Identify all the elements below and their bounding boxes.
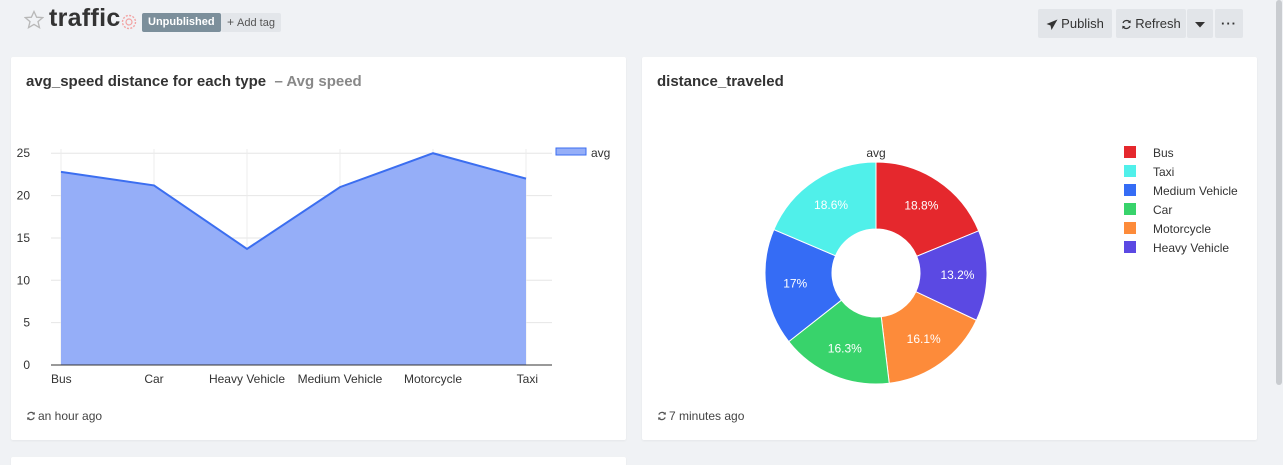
area-fill [61,153,526,365]
page-scrollbar[interactable] [1275,0,1283,465]
y-tick-label: 15 [17,231,31,245]
refresh-icon [658,411,666,421]
widget-refresh-info[interactable]: 7 minutes ago [657,409,744,423]
y-tick-label: 5 [23,316,30,330]
x-tick-label: Bus [51,372,72,386]
updated-time: an hour ago [38,409,103,423]
x-tick-label: Heavy Vehicle [209,372,285,386]
favorite-star-icon[interactable] [24,10,44,30]
legend-swatch [1124,165,1136,177]
legend-swatch [555,147,587,156]
slice-label: 16.1% [907,332,941,346]
slice-label: 13.2% [940,268,974,282]
legend-label: Taxi [1153,165,1174,179]
legend-label: avg [591,146,610,160]
x-tick-label: Taxi [517,372,538,386]
y-tick-label: 25 [17,146,31,160]
y-tick-label: 10 [17,273,31,287]
area-chart[interactable]: 0 5 10 15 20 25 Bus Car Heavy Vehicle Medium Vehi… [11,57,626,397]
slice-label: 18.6% [814,198,848,212]
add-tag-button[interactable]: + Add tag [221,13,281,32]
widget-distance-traveled: distance_traveled avg 18.8% 13.2% 16.1% 16.3… [642,57,1257,440]
legend-swatch [1124,203,1136,215]
status-badge: Unpublished [142,13,221,32]
updated-time: 7 minutes ago [669,409,745,423]
legend-label: Car [1153,203,1172,217]
paper-plane-icon [1046,19,1058,30]
refresh-button[interactable]: Refresh [1116,9,1186,38]
x-tick-label: Car [144,372,163,386]
widget-refresh-info[interactable]: an hour ago [26,409,102,423]
plus-icon: + [227,15,235,29]
legend-swatch [1124,184,1136,196]
publish-button[interactable]: Publish [1038,9,1112,38]
y-tick-label: 0 [23,358,30,372]
dashboard-header: traffic Unpublished + Add tag Publish Ref… [0,0,1283,46]
y-tick-label: 20 [17,189,31,203]
x-tick-label: Medium Vehicle [298,372,383,386]
x-tick-label: Motorcycle [404,372,462,386]
legend-label: Motorcycle [1153,222,1211,236]
widget-avg-speed: avg_speed distance for each type – Avg s… [11,57,626,440]
more-options-button[interactable]: ··· [1215,9,1243,38]
refresh-label: Refresh [1135,16,1181,31]
legend-label: Bus [1153,146,1174,160]
dashboard-title[interactable]: traffic [49,4,121,33]
pie-title: avg [866,146,885,160]
widget-partial [11,457,626,465]
legend-label: Heavy Vehicle [1153,241,1229,255]
refresh-icon [27,411,35,421]
certification-icon [121,14,137,30]
add-tag-label: Add tag [237,17,275,29]
scrollbar-thumb[interactable] [1276,0,1282,385]
refresh-icon [1122,19,1131,30]
refresh-options-dropdown[interactable] [1187,9,1213,38]
caret-down-icon [1195,21,1205,28]
legend-swatch [1124,241,1136,253]
donut-chart[interactable]: avg 18.8% 13.2% 16.1% 16.3% 17% 18.6% Bus Taxi Me… [642,57,1257,397]
slice-label: 18.8% [904,198,938,212]
legend-swatch [1124,146,1136,158]
legend-swatch [1124,222,1136,234]
slice-label: 17% [783,277,807,291]
slice-label: 16.3% [828,341,862,355]
legend-label: Medium Vehicle [1153,184,1238,198]
publish-label: Publish [1061,16,1104,31]
